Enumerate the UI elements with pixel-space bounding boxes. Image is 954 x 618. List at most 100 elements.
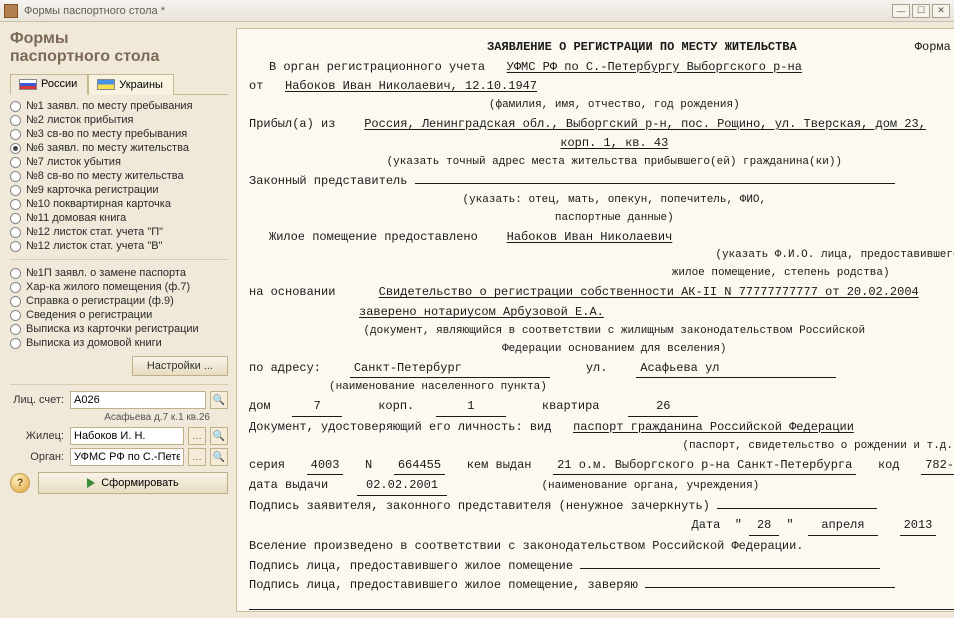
generate-button[interactable]: Сформировать xyxy=(38,472,228,494)
form-radio-item[interactable]: №12 листок стат. учета "П" xyxy=(10,225,228,239)
val-basis2: заверено нотариусом Арбузовой Е.А. xyxy=(359,305,604,319)
organ-search-button[interactable]: 🔍 xyxy=(210,448,228,466)
radio-icon xyxy=(10,199,21,210)
organ-row: Орган: … 🔍 xyxy=(10,448,228,466)
form-radio-item[interactable]: №8 св-во по месту жительства xyxy=(10,169,228,183)
val-house: 7 xyxy=(292,397,342,417)
form-radio-item[interactable]: №10 поквартирная карточка xyxy=(10,197,228,211)
form-radio-item[interactable]: №6 заявл. по месту жительства xyxy=(10,141,228,155)
val-series: 4003 xyxy=(307,456,344,476)
val-year1: 2013 xyxy=(900,516,937,536)
account-input[interactable] xyxy=(70,391,206,409)
form-radio-label: №10 поквартирная карточка xyxy=(26,198,171,210)
val-applicant: Набоков Иван Николаевич, 12.10.1947 xyxy=(285,79,537,93)
val-street: Асафьева ул xyxy=(636,359,836,379)
val-arrived1: Россия, Ленинградская обл., Выборгский р… xyxy=(364,117,926,131)
val-month1: апреля xyxy=(808,516,878,536)
val-day2: 28 xyxy=(740,611,770,612)
tab-ukraine-label: Украины xyxy=(119,79,163,91)
form-radio-item[interactable]: Выписка из домовой книги xyxy=(10,336,228,350)
radio-icon xyxy=(10,101,21,112)
form-radio-label: №9 карточка регистрации xyxy=(26,184,159,196)
radio-icon xyxy=(10,282,21,293)
form-radio-label: №8 св-во по месту жительства xyxy=(26,170,184,182)
tenant-label: Жилец: xyxy=(10,430,66,442)
form-radio-item[interactable]: Выписка из карточки регистрации xyxy=(10,322,228,336)
form-radio-item[interactable]: №2 листок прибытия xyxy=(10,113,228,127)
form-radio-label: Сведения о регистрации xyxy=(26,309,152,321)
val-issued: 21 о.м. Выборгского р-на Санкт-Петербург… xyxy=(553,456,856,476)
form-radio-item[interactable]: Справка о регистрации (ф.9) xyxy=(10,294,228,308)
val-num: 664455 xyxy=(394,456,445,476)
form-radio-label: №12 листок стат. учета "П" xyxy=(26,226,163,238)
val-basis1: Свидетельство о регистрации собственност… xyxy=(379,285,919,299)
tenant-input[interactable] xyxy=(70,427,184,445)
form-radio-label: №2 листок прибытия xyxy=(26,114,134,126)
radio-icon xyxy=(10,268,21,279)
help-button[interactable]: ? xyxy=(10,473,30,493)
val-korp: 1 xyxy=(436,397,506,417)
close-button[interactable]: ✕ xyxy=(932,4,950,18)
radio-icon xyxy=(10,115,21,126)
radio-icon xyxy=(10,171,21,182)
val-day1: 28 xyxy=(749,516,779,536)
minimize-button[interactable]: — xyxy=(892,4,910,18)
form-radio-item[interactable]: Сведения о регистрации xyxy=(10,308,228,322)
form-list-2: №1П заявл. о замене паспортаХар-ка жилог… xyxy=(10,266,228,350)
form-radio-item[interactable]: №1 заявл. по месту пребывания xyxy=(10,99,228,113)
radio-icon xyxy=(10,129,21,140)
maximize-button[interactable]: ☐ xyxy=(912,4,930,18)
play-icon xyxy=(87,478,95,488)
flag-ru-icon xyxy=(19,79,37,90)
form-radio-label: Справка о регистрации (ф.9) xyxy=(26,295,174,307)
generate-label: Сформировать xyxy=(101,477,179,489)
radio-icon xyxy=(10,157,21,168)
form-radio-item[interactable]: №3 св-во по месту пребывания xyxy=(10,127,228,141)
form-radio-label: Выписка из домовой книги xyxy=(26,337,162,349)
val-housing-by: Набоков Иван Николаевич xyxy=(507,230,673,244)
radio-icon xyxy=(10,310,21,321)
radio-icon xyxy=(10,185,21,196)
organ-label: Орган: xyxy=(10,451,66,463)
form-radio-item[interactable]: №7 листок убытия xyxy=(10,155,228,169)
account-search-button[interactable]: 🔍 xyxy=(210,391,228,409)
settings-button[interactable]: Настройки ... xyxy=(132,356,228,376)
account-label: Лиц. счет: xyxy=(10,394,66,406)
form-radio-item[interactable]: №1П заявл. о замене паспорта xyxy=(10,266,228,280)
form-radio-label: №7 листок убытия xyxy=(26,156,121,168)
val-iddoc: паспорт гражданина Российской Федерации xyxy=(573,420,854,434)
tenant-search-button[interactable]: 🔍 xyxy=(210,427,228,445)
form-radio-label: Хар-ка жилого помещения (ф.7) xyxy=(26,281,190,293)
tab-ukraine[interactable]: Украины xyxy=(88,74,174,95)
radio-icon xyxy=(10,338,21,349)
tab-russia-label: России xyxy=(41,78,77,90)
val-issue-date: 02.02.2001 xyxy=(357,476,447,496)
document-preview: ЗАЯВЛЕНИЕ О РЕГИСТРАЦИИ ПО МЕСТУ ЖИТЕЛЬС… xyxy=(236,28,954,612)
form-radio-item[interactable]: №11 домовая книга xyxy=(10,211,228,225)
tenant-browse-button[interactable]: … xyxy=(188,427,206,445)
organ-browse-button[interactable]: … xyxy=(188,448,206,466)
form-radio-item[interactable]: №9 карточка регистрации xyxy=(10,183,228,197)
account-row: Лиц. счет: 🔍 xyxy=(10,391,228,409)
tab-russia[interactable]: России xyxy=(10,74,88,95)
form-radio-label: №3 св-во по месту пребывания xyxy=(26,128,187,140)
form-radio-item[interactable]: №12 листок стат. учета "В" xyxy=(10,239,228,253)
val-city: Санкт-Петербург xyxy=(350,359,550,379)
titlebar: Формы паспортного стола * — ☐ ✕ xyxy=(0,0,954,22)
radio-icon xyxy=(10,241,21,252)
val-organ: УФМС РФ по С.-Петербургу Выборгского р-н… xyxy=(507,60,802,74)
form-radio-label: №11 домовая книга xyxy=(26,212,126,224)
form-radio-item[interactable]: Хар-ка жилого помещения (ф.7) xyxy=(10,280,228,294)
doc-form-no: Форма № 6 xyxy=(915,38,954,57)
val-month2: апреля xyxy=(799,611,869,612)
radio-icon xyxy=(10,143,21,154)
val-year2: 2013 xyxy=(891,611,928,612)
organ-input[interactable] xyxy=(70,448,184,466)
form-radio-label: №1 заявл. по месту пребывания xyxy=(26,100,193,112)
val-flat: 26 xyxy=(628,397,698,417)
country-tabs: России Украины xyxy=(10,73,228,95)
form-list-1: №1 заявл. по месту пребывания №2 листок п… xyxy=(10,99,228,253)
form-radio-label: №6 заявл. по месту жительства xyxy=(26,142,189,154)
sidebar-heading: Формыпаспортного стола xyxy=(10,30,228,65)
address-hint: Асафьева д.7 к.1 кв.26 xyxy=(10,412,228,423)
